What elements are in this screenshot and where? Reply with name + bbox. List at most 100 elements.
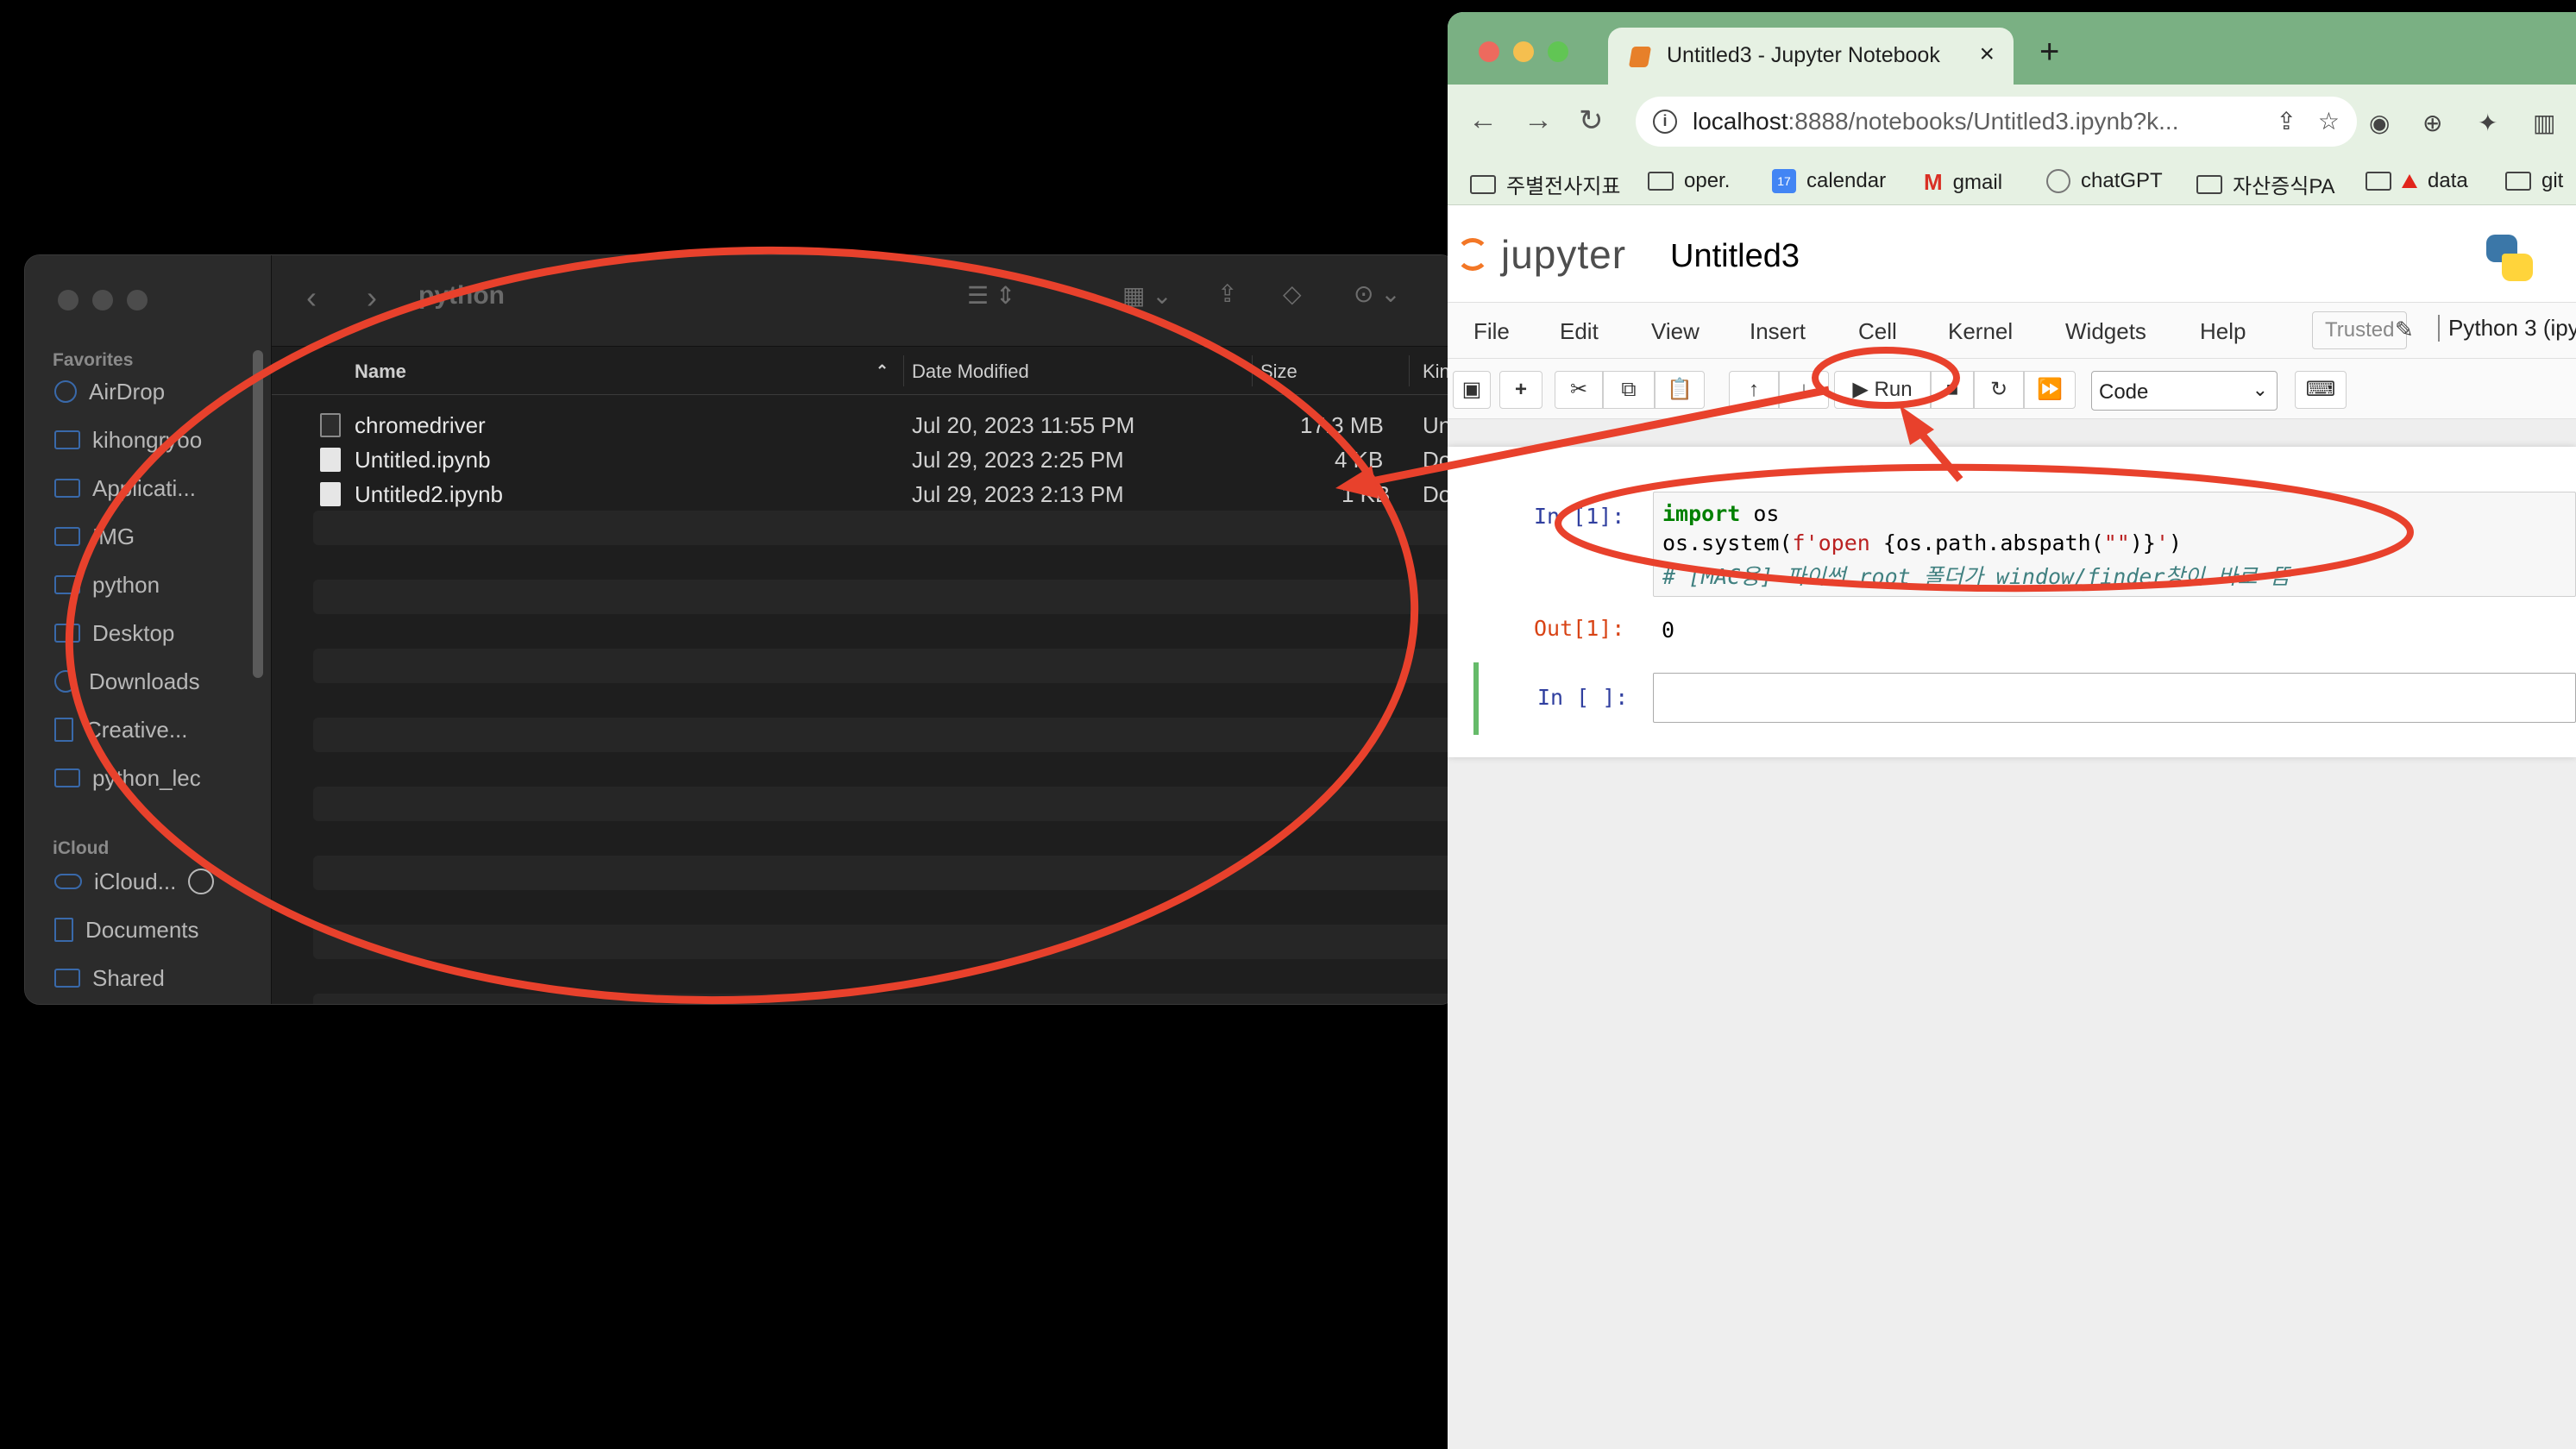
- trusted-badge[interactable]: Trusted: [2312, 311, 2408, 349]
- sidebar-item-shared[interactable]: Shared: [54, 961, 165, 995]
- sidebar-item-airdrop[interactable]: AirDrop: [54, 374, 165, 409]
- run-button[interactable]: ▶ Run: [1834, 371, 1931, 409]
- jupyter-logo[interactable]: jupyter: [1501, 231, 1626, 278]
- notebook-title[interactable]: Untitled3: [1670, 238, 1800, 275]
- sidebar-item-label: kihongryoo: [92, 426, 203, 453]
- move-down-icon[interactable]: ↓: [1779, 371, 1829, 409]
- minimize-button[interactable]: [92, 290, 113, 310]
- code-string: ': [2155, 530, 2170, 555]
- paste-icon[interactable]: 📋: [1655, 371, 1705, 409]
- insert-cell-icon[interactable]: +: [1499, 371, 1542, 409]
- bookmark-folder[interactable]: 주별전사지표: [1470, 169, 1620, 199]
- info-icon[interactable]: i: [1653, 110, 1677, 134]
- airdrop-icon: [54, 380, 77, 403]
- file-name: Untitled.ipynb: [355, 447, 491, 473]
- jupyter-header: jupyter Untitled3: [1448, 205, 2576, 302]
- share-icon[interactable]: ⇪: [1217, 279, 1237, 308]
- bookmark-folder[interactable]: 자산증식PA: [2196, 169, 2335, 199]
- side-panel-icon[interactable]: ▥: [2533, 109, 2555, 137]
- group-icon[interactable]: ▦ ⌄: [1122, 281, 1172, 310]
- window-title: python: [418, 281, 505, 310]
- copy-icon[interactable]: ⧉: [1603, 371, 1655, 409]
- sidebar-item-creative[interactable]: Creative...: [54, 712, 188, 747]
- edit-pencil-icon[interactable]: ✎: [2395, 317, 2414, 343]
- password-extension-icon[interactable]: ⊕: [2422, 109, 2442, 137]
- file-row-untitled[interactable]: Untitled.ipynb Jul 29, 2023 2:25 PM 4 KB…: [289, 442, 1455, 476]
- column-date[interactable]: Date Modified: [912, 361, 1029, 383]
- interrupt-icon[interactable]: ■: [1931, 371, 1974, 409]
- column-name[interactable]: Name: [355, 361, 406, 383]
- url-bar[interactable]: i localhost:8888/notebooks/Untitled3.ipy…: [1636, 97, 2357, 147]
- minimize-button[interactable]: [1513, 41, 1534, 62]
- close-icon[interactable]: ×: [1979, 40, 1995, 69]
- sidebar-item-documents[interactable]: Documents: [54, 913, 199, 947]
- bookmark-data[interactable]: data: [2366, 169, 2468, 193]
- empty-row: [313, 649, 1455, 683]
- keyboard-icon[interactable]: ⌨: [2295, 371, 2347, 409]
- bookmark-folder[interactable]: oper.: [1648, 169, 1730, 193]
- bookmark-git[interactable]: git: [2505, 169, 2563, 193]
- menu-view[interactable]: View: [1651, 318, 1700, 345]
- forward-icon[interactable]: →: [1524, 104, 1553, 137]
- bookmark-label: gmail: [1952, 170, 2003, 194]
- menu-edit[interactable]: Edit: [1560, 318, 1599, 345]
- save-icon[interactable]: ▣: [1453, 371, 1491, 409]
- bookmark-calendar[interactable]: 17 calendar: [1772, 169, 1886, 193]
- url-text[interactable]: localhost:8888/notebooks/Untitled3.ipynb…: [1693, 108, 2179, 135]
- zoom-button[interactable]: [1548, 41, 1568, 62]
- kernel-indicator[interactable]: Python 3 (ipy: [2438, 315, 2576, 342]
- file-row-chromedriver[interactable]: chromedriver Jul 20, 2023 11:55 PM 17.3 …: [289, 407, 1455, 442]
- move-up-icon[interactable]: ↑: [1729, 371, 1779, 409]
- cut-icon[interactable]: ✂: [1555, 371, 1603, 409]
- sidebar-item-icloud-drive[interactable]: iCloud...: [54, 864, 215, 899]
- code-cell-1[interactable]: import os os.system(f'open {os.path.absp…: [1653, 492, 2576, 597]
- sidebar-item-applications[interactable]: Applicati...: [54, 471, 196, 505]
- restart-icon[interactable]: ↻: [1974, 371, 2024, 409]
- share-icon[interactable]: ⇪: [2277, 107, 2296, 135]
- menu-help[interactable]: Help: [2200, 318, 2246, 345]
- home-folder-icon: [54, 430, 80, 449]
- code-line: import os: [1662, 501, 1779, 526]
- more-icon[interactable]: ⊙ ⌄: [1354, 279, 1401, 308]
- tab-jupyter[interactable]: Untitled3 - Jupyter Notebook ×: [1608, 28, 2014, 85]
- list-view-icon[interactable]: ☰ ⇕: [967, 281, 1015, 310]
- bookmark-label: chatGPT: [2081, 169, 2163, 192]
- close-button[interactable]: [58, 290, 79, 310]
- menu-insert[interactable]: Insert: [1750, 318, 1806, 345]
- column-size[interactable]: Size: [1260, 361, 1297, 383]
- sidebar-item-img[interactable]: IMG: [54, 519, 135, 554]
- back-icon[interactable]: ‹: [306, 279, 317, 316]
- close-button[interactable]: [1479, 41, 1499, 62]
- sidebar-item-desktop[interactable]: Desktop: [54, 616, 174, 650]
- calendar-icon: 17: [1772, 169, 1796, 193]
- menu-file[interactable]: File: [1473, 318, 1510, 345]
- bookmark-chatgpt[interactable]: chatGPT: [2046, 169, 2163, 193]
- bookmark-star-icon[interactable]: ☆: [2318, 107, 2340, 135]
- file-row-untitled2[interactable]: Untitled2.ipynb Jul 29, 2023 2:13 PM 1 K…: [289, 476, 1455, 511]
- output-prompt: Out[1]:: [1534, 616, 1625, 641]
- extensions-icon[interactable]: ✦: [2478, 109, 2497, 137]
- tag-icon[interactable]: ◇: [1283, 279, 1302, 308]
- sidebar-item-python[interactable]: python: [54, 568, 160, 602]
- forward-icon[interactable]: ›: [367, 279, 377, 316]
- new-tab-icon[interactable]: +: [2039, 33, 2059, 72]
- sidebar-item-downloads[interactable]: Downloads: [54, 664, 200, 699]
- sidebar-section-icloud: iCloud: [53, 838, 110, 858]
- back-icon[interactable]: ←: [1468, 104, 1498, 137]
- code-input-empty[interactable]: [1653, 673, 2576, 723]
- menu-widgets[interactable]: Widgets: [2065, 318, 2146, 345]
- code-string: f'open: [1792, 530, 1883, 555]
- sidebar-item-home[interactable]: kihongryoo: [54, 423, 202, 457]
- sidebar-scrollbar[interactable]: [253, 350, 263, 678]
- code-cell-2[interactable]: In [ ]:: [1473, 662, 2576, 735]
- reload-icon[interactable]: ↻: [1579, 104, 1604, 138]
- zoom-button[interactable]: [127, 290, 148, 310]
- menu-kernel[interactable]: Kernel: [1948, 318, 2013, 345]
- bookmark-gmail[interactable]: Mgmail: [1924, 169, 2002, 196]
- fast-forward-icon[interactable]: ⏩: [2024, 371, 2076, 409]
- document-icon: [320, 482, 341, 506]
- menu-cell[interactable]: Cell: [1858, 318, 1897, 345]
- camera-extension-icon[interactable]: ◉: [2369, 109, 2390, 137]
- cell-type-select[interactable]: Code ⌄: [2091, 371, 2278, 411]
- sidebar-item-python-lec[interactable]: python_lec: [54, 761, 201, 795]
